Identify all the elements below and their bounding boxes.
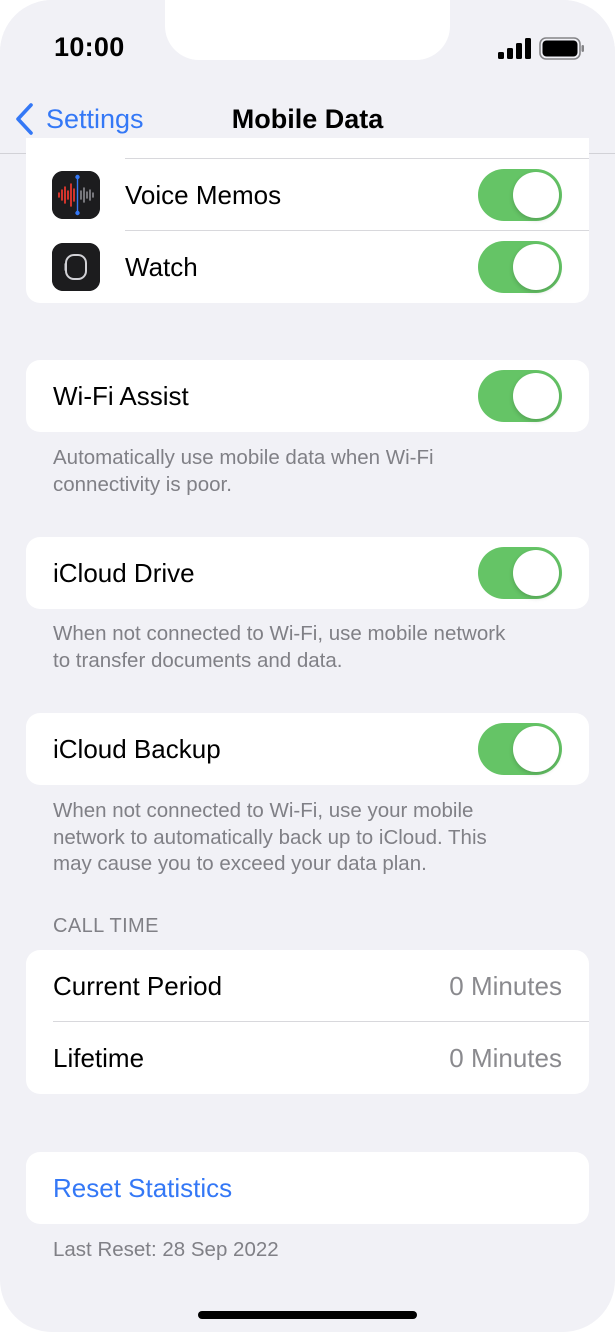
footnote-line: network to automatically back up to iClo… — [53, 825, 487, 849]
call-time-row-lifetime: Lifetime 0 Minutes — [26, 1022, 589, 1094]
footnote-line: may cause you to exceed your data plan. — [53, 852, 427, 875]
icloud-drive-row: iCloud Drive — [26, 537, 589, 609]
call-time-label: Lifetime — [53, 1042, 145, 1073]
reset-statistics-label: Reset Statistics — [53, 1172, 233, 1203]
battery-full-icon — [539, 37, 584, 60]
icloud-backup-row: iCloud Backup — [26, 713, 589, 785]
watch-toggle[interactable] — [478, 241, 562, 293]
toggle-knob — [513, 726, 559, 772]
status-time: 10:00 — [54, 32, 125, 62]
wifi-assist-group: Wi-Fi Assist — [26, 360, 589, 432]
reset-group: Reset Statistics — [26, 1152, 589, 1224]
toggle-knob — [513, 172, 559, 218]
toggle-knob — [513, 244, 559, 290]
app-row-watch: Watch — [26, 231, 589, 303]
footnote-line: When not connected to Wi-Fi, use mobile … — [53, 622, 506, 645]
app-label: Watch — [125, 251, 198, 282]
reset-statistics-button[interactable]: Reset Statistics — [26, 1152, 589, 1224]
home-indicator[interactable] — [198, 1311, 417, 1319]
toggle-knob — [513, 550, 559, 596]
last-reset-footnote: Last Reset: 28 Sep 2022 — [53, 1238, 279, 1261]
icloud-backup-footnote: When not connected to Wi-Fi, use your mo… — [53, 798, 573, 878]
call-time-group: Current Period 0 Minutes Lifetime 0 Minu… — [26, 950, 589, 1094]
call-time-value: 0 Minutes — [449, 970, 562, 1001]
footnote-line: Automatically use mobile data when Wi-Fi — [53, 446, 434, 469]
icloud-backup-toggle[interactable] — [478, 723, 562, 775]
wifi-assist-toggle[interactable] — [478, 370, 562, 422]
app-label: Voice Memos — [125, 179, 282, 210]
icloud-backup-group: iCloud Backup — [26, 713, 589, 785]
screen: 10:00 Settings Mobile Data Voice Memos W… — [0, 0, 615, 1332]
call-time-row-current-period: Current Period 0 Minutes — [26, 950, 589, 1022]
cellular-signal-icon — [498, 38, 531, 59]
watch-icon — [52, 243, 100, 291]
voice-memos-icon — [52, 171, 100, 219]
icloud-drive-group: iCloud Drive — [26, 537, 589, 609]
icloud-drive-footnote: When not connected to Wi-Fi, use mobile … — [53, 621, 573, 674]
icloud-drive-toggle[interactable] — [478, 547, 562, 599]
device-notch — [165, 0, 450, 60]
toggle-knob — [513, 373, 559, 419]
call-time-value: 0 Minutes — [449, 1042, 562, 1073]
app-row-voice-memos: Voice Memos — [26, 159, 589, 231]
icloud-backup-label: iCloud Backup — [53, 733, 221, 764]
footnote-line: connectivity is poor. — [53, 472, 232, 496]
icloud-drive-label: iCloud Drive — [53, 557, 195, 588]
voice-memos-toggle[interactable] — [478, 169, 562, 221]
page-title: Mobile Data — [231, 104, 384, 134]
wifi-assist-footnote: Automatically use mobile data when Wi-Fi… — [53, 445, 573, 498]
wifi-assist-label: Wi-Fi Assist — [53, 380, 189, 411]
footnote-line: When not connected to Wi-Fi, use your mo… — [53, 799, 474, 822]
app-list-group: Voice Memos Watch — [26, 138, 589, 303]
status-bar: 10:00 — [0, 0, 615, 96]
wifi-assist-row: Wi-Fi Assist — [26, 360, 589, 432]
call-time-header: CALL TIME — [53, 915, 159, 937]
call-time-label: Current Period — [53, 970, 223, 1001]
footnote-line: to transfer documents and data. — [53, 648, 343, 672]
